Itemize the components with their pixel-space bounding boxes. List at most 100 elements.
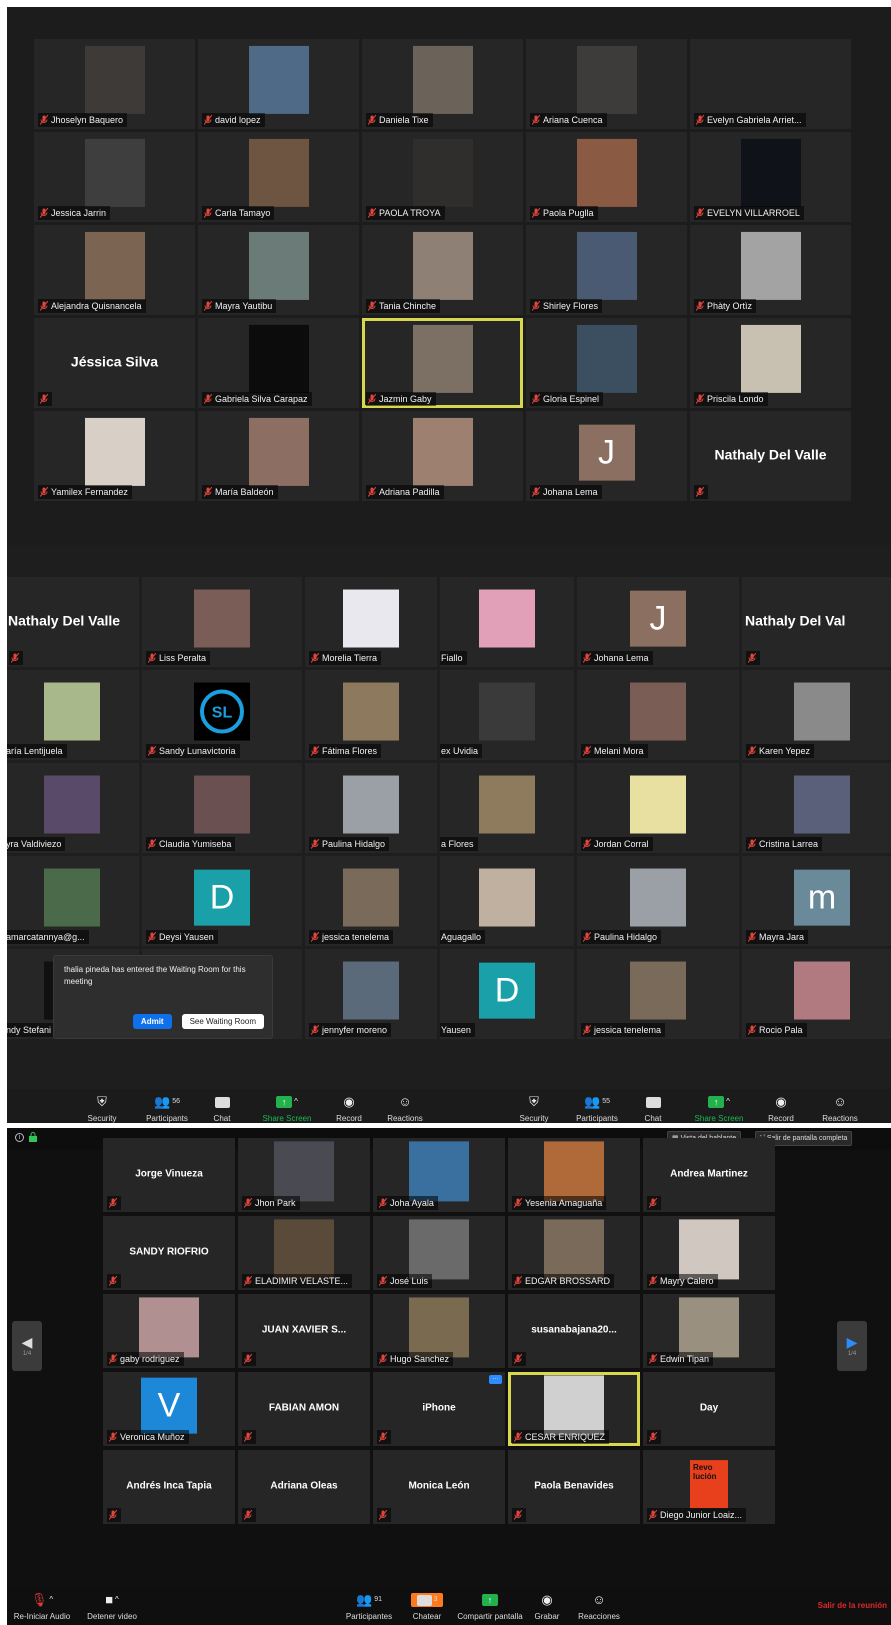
video-tile[interactable]: Jorge Vinueza [103, 1138, 235, 1212]
video-tile[interactable]: Nathaly Del Val [742, 577, 891, 667]
record-button[interactable]: ◉ Grabar [517, 1593, 577, 1622]
lock-icon[interactable] [29, 1132, 37, 1142]
reactions-button[interactable]: ☺ Reactions [810, 1095, 870, 1124]
video-tile[interactable]: J Johana Lema [526, 411, 687, 501]
video-tile[interactable]: Ariana Cuenca [526, 39, 687, 129]
info-icon[interactable]: i [15, 1133, 24, 1142]
video-tile[interactable]: D Deysi Yausen [142, 856, 302, 946]
video-tile[interactable]: SL Sandy Lunavictoria [142, 670, 302, 760]
share-screen-button[interactable]: ↑ ^ Share Screen [257, 1095, 317, 1123]
reactions-button[interactable]: ☺ Reacciones [569, 1593, 629, 1622]
video-tile[interactable]: m Mayra Jara [742, 856, 891, 946]
admit-button[interactable]: Admit [132, 1014, 172, 1029]
video-tile[interactable]: jessica tenelema [305, 856, 437, 946]
video-tile[interactable]: Melani Mora [577, 670, 739, 760]
video-tile[interactable]: Fiallo [440, 577, 574, 667]
video-tile[interactable]: Carla Tamayo [198, 132, 359, 222]
video-tile[interactable]: Paola Puglla [526, 132, 687, 222]
video-tile[interactable]: Hugo Sanchez [373, 1294, 505, 1368]
see-waiting-room-button[interactable]: See Waiting Room [181, 1014, 264, 1029]
video-tile[interactable]: FABIAN AMON [238, 1372, 370, 1446]
audio-button[interactable]: 🎙 ^ Re-Iniciar Audio [12, 1593, 72, 1622]
video-tile[interactable]: Phàty Ortìz [690, 225, 851, 315]
video-tile[interactable]: Yamilex Fernandez [34, 411, 195, 501]
video-tile[interactable]: JUAN XAVIER S... [238, 1294, 370, 1368]
video-tile[interactable]: Paulina Hidalgo [305, 763, 437, 853]
video-tile[interactable]: María Baldeón [198, 411, 359, 501]
video-tile[interactable]: Monica León [373, 1450, 505, 1524]
participants-button[interactable]: 👥 55 Participants [567, 1095, 627, 1124]
video-tile[interactable]: V Veronica Muñoz [103, 1372, 235, 1446]
video-tile[interactable]: Jazmin Gaby [362, 318, 523, 408]
video-tile[interactable]: Nathaly Del Valle [7, 577, 139, 667]
video-tile[interactable]: PAOLA TROYA [362, 132, 523, 222]
share-screen-button[interactable]: ↑ Compartir pantalla [457, 1593, 523, 1621]
video-tile[interactable]: EDGAR BROSSARD [508, 1216, 640, 1290]
video-tile[interactable]: Liss Peralta [142, 577, 302, 667]
video-button[interactable]: ■ ^ Detener video [82, 1593, 142, 1622]
video-tile[interactable]: D Yausen [440, 949, 574, 1039]
video-tile[interactable]: Evelyn Gabriela Arriet... [690, 39, 851, 129]
share-screen-button[interactable]: ↑ ^ Share Screen [689, 1095, 749, 1123]
video-tile[interactable]: david lopez [198, 39, 359, 129]
video-tile[interactable]: Paola Benavides [508, 1450, 640, 1524]
video-tile[interactable]: Day [643, 1372, 775, 1446]
video-tile[interactable]: Adriana Padilla [362, 411, 523, 501]
video-tile[interactable]: ex Uvidia [440, 670, 574, 760]
video-tile[interactable]: Jhoselyn Baquero [34, 39, 195, 129]
video-tile[interactable]: Aguagallo [440, 856, 574, 946]
more-options-icon[interactable]: ··· [489, 1375, 502, 1384]
video-tile[interactable]: Jhon Park [238, 1138, 370, 1212]
video-tile[interactable]: Revo lución Diego Junior Loaiz... [643, 1450, 775, 1524]
security-button[interactable]: ⛨ Security [72, 1095, 132, 1124]
video-tile[interactable]: Rocio Pala [742, 949, 891, 1039]
video-tile[interactable]: Tania Chinche [362, 225, 523, 315]
video-tile[interactable]: Gloria Espinel [526, 318, 687, 408]
video-tile[interactable]: Nathaly Del Valle [690, 411, 851, 501]
video-tile[interactable]: Paulina Hidalgo [577, 856, 739, 946]
chevron-up-icon[interactable]: ^ [726, 1095, 730, 1109]
video-tile[interactable]: J Johana Lema [577, 577, 739, 667]
video-tile[interactable]: jessica tenelema [577, 949, 739, 1039]
chevron-up-icon[interactable]: ^ [49, 1593, 53, 1607]
video-tile[interactable]: aría Lentijuela [7, 670, 139, 760]
chat-button[interactable]: 3 Chatear [397, 1593, 457, 1621]
video-tile[interactable]: SANDY RIOFRIO [103, 1216, 235, 1290]
video-tile[interactable]: Shirley Flores [526, 225, 687, 315]
record-button[interactable]: ◉ Record [751, 1095, 811, 1124]
previous-page-button[interactable]: ◀ 1/4 [12, 1321, 42, 1371]
video-tile[interactable]: Andrea Martinez [643, 1138, 775, 1212]
video-tile[interactable]: yra Valdiviezo [7, 763, 139, 853]
video-tile[interactable]: Daniela Tixe [362, 39, 523, 129]
chevron-up-icon[interactable]: ^ [115, 1593, 119, 1607]
video-tile[interactable]: Fátima Flores [305, 670, 437, 760]
video-tile[interactable]: Edwin Tipan [643, 1294, 775, 1368]
video-tile[interactable]: Jessica Jarrin [34, 132, 195, 222]
chat-button[interactable]: Chat [192, 1095, 252, 1123]
video-tile[interactable]: EVELYN VILLARROEL [690, 132, 851, 222]
video-tile[interactable]: Jordan Corral [577, 763, 739, 853]
video-tile[interactable]: Yesenia Amaguaña [508, 1138, 640, 1212]
next-page-button[interactable]: ▶ 1/4 [837, 1321, 867, 1371]
video-tile[interactable]: Morelia Tierra [305, 577, 437, 667]
video-tile[interactable]: Cristina Larrea [742, 763, 891, 853]
reactions-button[interactable]: ☺ Reactions [375, 1095, 435, 1124]
video-tile[interactable]: Jéssica Silva [34, 318, 195, 408]
video-tile[interactable]: Priscila Londo [690, 318, 851, 408]
video-tile[interactable]: José Luis [373, 1216, 505, 1290]
video-tile[interactable]: Adriana Oleas [238, 1450, 370, 1524]
video-tile[interactable]: Joha Ayala [373, 1138, 505, 1212]
video-tile[interactable]: Claudia Yumiseba [142, 763, 302, 853]
video-tile[interactable]: a Flores [440, 763, 574, 853]
participants-button[interactable]: 👥 91 Participantes [339, 1593, 399, 1622]
video-tile[interactable]: susanabajana20... [508, 1294, 640, 1368]
security-button[interactable]: ⛨ Security [504, 1095, 564, 1124]
video-tile[interactable]: Andrés Inca Tapia [103, 1450, 235, 1524]
record-button[interactable]: ◉ Record [319, 1095, 379, 1124]
video-tile[interactable]: jennyfer moreno [305, 949, 437, 1039]
video-tile[interactable]: Mayry Calero [643, 1216, 775, 1290]
video-tile[interactable]: CESAR ENRIQUEZ [508, 1372, 640, 1446]
chevron-up-icon[interactable]: ^ [294, 1095, 298, 1109]
video-tile[interactable]: Karen Yepez [742, 670, 891, 760]
participants-button[interactable]: 👥 56 Participants [137, 1095, 197, 1124]
